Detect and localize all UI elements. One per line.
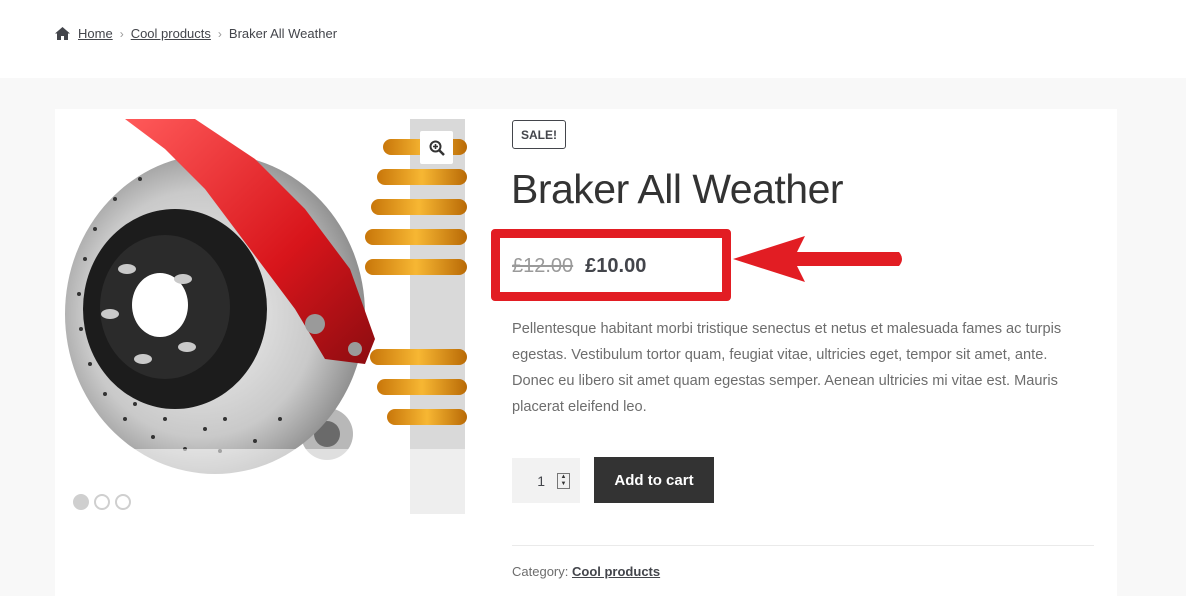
breadcrumb-current: Braker All Weather <box>228 26 338 41</box>
home-icon <box>55 27 70 40</box>
product-meta: Category: Cool products <box>512 564 660 579</box>
gallery-dot[interactable] <box>94 494 110 510</box>
product-image[interactable] <box>65 119 467 514</box>
divider <box>512 545 1094 546</box>
quantity-spinner[interactable]: ▲ ▼ <box>557 472 570 489</box>
magnifier-plus-icon <box>429 140 445 156</box>
gallery-dot[interactable] <box>115 494 131 510</box>
brake-disc-image <box>65 119 467 514</box>
breadcrumb-separator-icon: › <box>217 26 222 41</box>
breadcrumb-link-home[interactable]: Home <box>78 26 113 41</box>
zoom-button[interactable] <box>420 131 453 164</box>
gallery-dot[interactable] <box>73 494 89 510</box>
category-label: Category: <box>512 564 569 579</box>
breadcrumb-link-cool-products[interactable]: Cool products <box>131 26 211 41</box>
product-description: Pellentesque habitant morbi tristique se… <box>512 321 1062 415</box>
chevron-down-icon[interactable]: ▼ <box>561 481 567 487</box>
gallery-pagination <box>73 494 131 510</box>
quantity-value: 1 <box>537 472 545 489</box>
breadcrumb: Home › Cool products › Braker All Weathe… <box>55 26 337 41</box>
product-price: £12.00 £10.00 <box>512 255 646 278</box>
regular-price: £12.00 <box>512 255 574 277</box>
sale-badge: SALE! <box>512 120 566 149</box>
add-to-cart-button[interactable]: Add to cart <box>594 457 714 503</box>
annotation-arrow-icon <box>733 236 902 282</box>
sale-price: £10.00 <box>585 255 647 277</box>
product-title: Braker All Weather <box>511 166 844 212</box>
quantity-stepper[interactable]: 1 ▲ ▼ <box>512 458 580 503</box>
chevron-up-icon[interactable]: ▲ <box>561 474 567 480</box>
category-link[interactable]: Cool products <box>572 564 660 579</box>
breadcrumb-separator-icon: › <box>119 26 124 41</box>
